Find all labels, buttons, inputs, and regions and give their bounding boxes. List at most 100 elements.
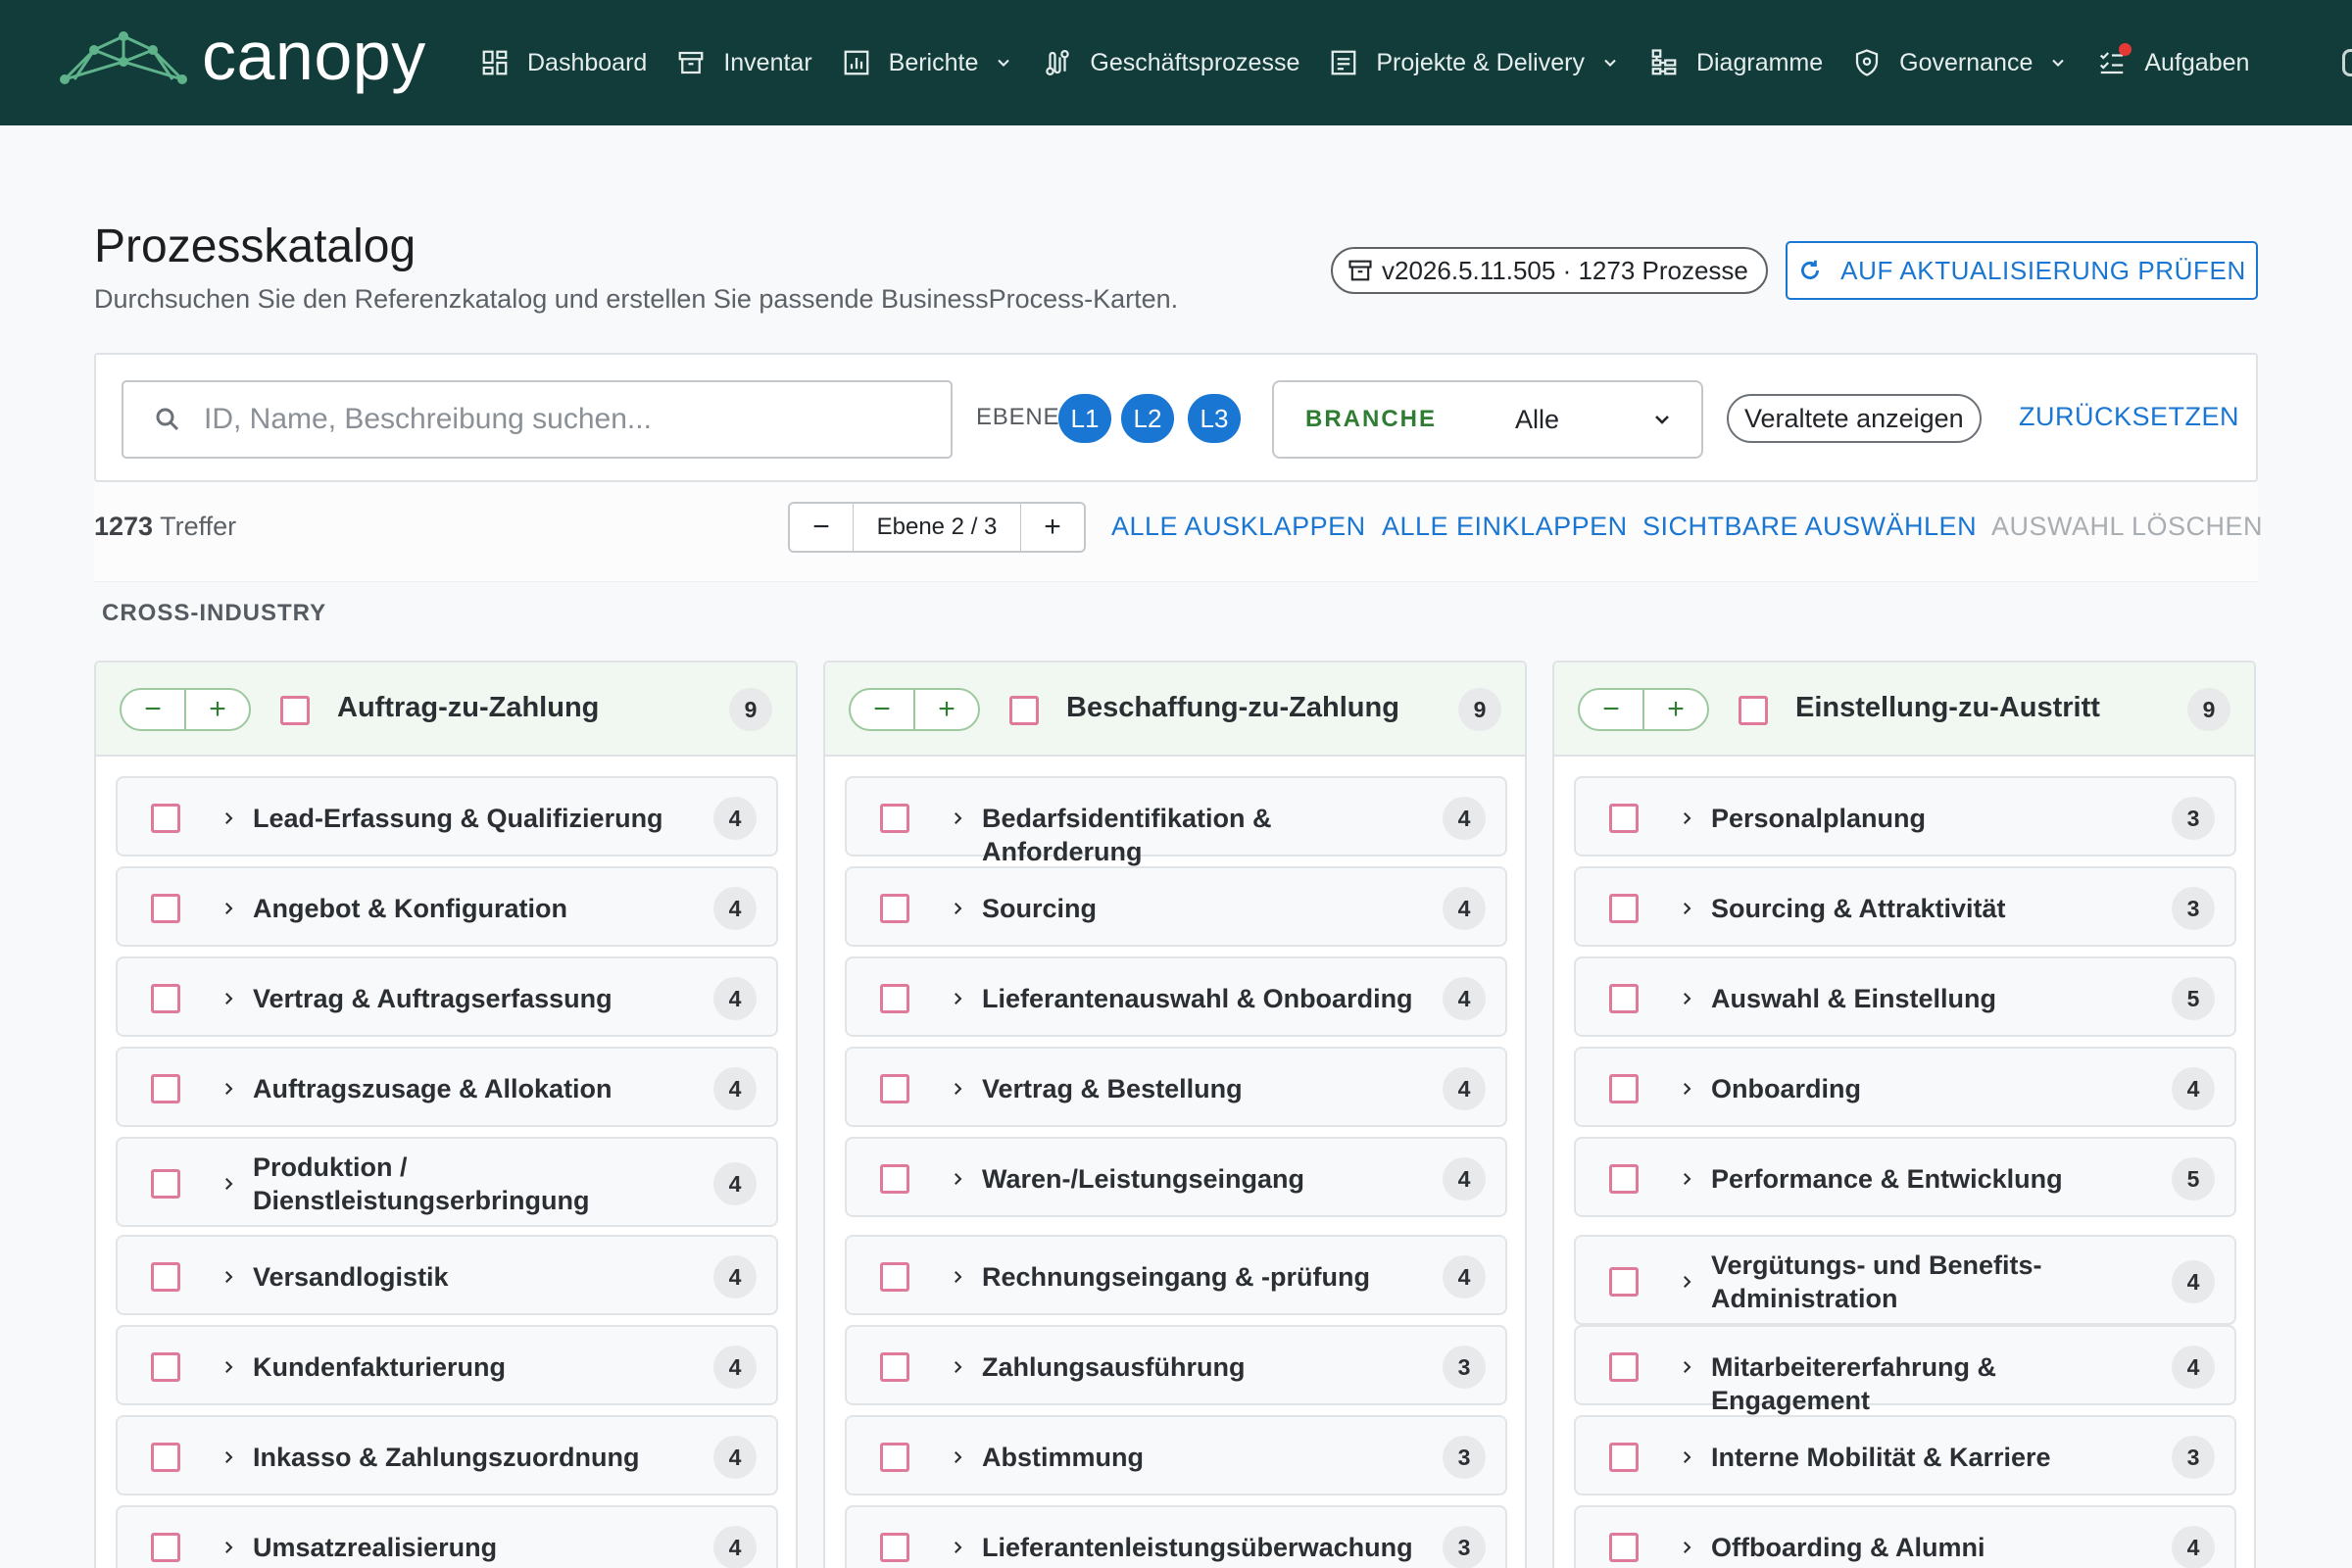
process-row[interactable]: Versandlogistik 4 xyxy=(116,1235,778,1315)
level-increase-button[interactable]: + xyxy=(1021,504,1084,551)
chevron-right-icon[interactable] xyxy=(949,900,966,917)
chevron-right-icon[interactable] xyxy=(220,1539,237,1556)
chevron-right-icon[interactable] xyxy=(220,900,237,917)
process-row[interactable]: Interne Mobilität & Karriere 3 xyxy=(1574,1415,2236,1495)
expand-column-button[interactable]: + xyxy=(915,690,978,729)
nav-item-dashboard[interactable]: Dashboard xyxy=(480,48,647,77)
nav-item-aufgaben[interactable]: Aufgaben xyxy=(2097,43,2249,77)
process-row[interactable]: Performance & Entwicklung 5 xyxy=(1574,1137,2236,1217)
nav-item-berichte[interactable]: Berichte xyxy=(842,48,1014,77)
chevron-right-icon[interactable] xyxy=(220,990,237,1007)
search-box[interactable] xyxy=(122,380,953,459)
chevron-right-icon[interactable] xyxy=(1678,1080,1695,1098)
expand-column-button[interactable]: + xyxy=(1644,690,1707,729)
process-row[interactable]: Waren-/Leistungseingang 4 xyxy=(845,1137,1507,1217)
chevron-right-icon[interactable] xyxy=(1678,990,1695,1007)
row-checkbox[interactable] xyxy=(1609,894,1639,923)
row-checkbox[interactable] xyxy=(880,1443,909,1472)
process-row[interactable]: Vertrag & Bestellung 4 xyxy=(845,1047,1507,1127)
chevron-right-icon[interactable] xyxy=(949,1170,966,1188)
level-decrease-button[interactable]: − xyxy=(790,504,853,551)
chevron-right-icon[interactable] xyxy=(949,809,966,827)
chevron-right-icon[interactable] xyxy=(1678,1273,1695,1291)
nav-item-diagramme[interactable]: Diagramme xyxy=(1649,48,1823,77)
row-checkbox[interactable] xyxy=(880,804,909,833)
show-outdated-chip[interactable]: Veraltete anzeigen xyxy=(1727,394,1982,443)
row-checkbox[interactable] xyxy=(880,1074,909,1103)
column-checkbox[interactable] xyxy=(1009,696,1039,725)
process-row[interactable]: Inkasso & Zahlungszuordnung 4 xyxy=(116,1415,778,1495)
level-chip-l2[interactable]: L2 xyxy=(1121,394,1174,443)
row-checkbox[interactable] xyxy=(1609,984,1639,1013)
process-row[interactable]: Auftragszusage & Allokation 4 xyxy=(116,1047,778,1127)
row-checkbox[interactable] xyxy=(880,1352,909,1382)
chevron-right-icon[interactable] xyxy=(949,1358,966,1376)
row-checkbox[interactable] xyxy=(1609,804,1639,833)
chevron-right-icon[interactable] xyxy=(949,1539,966,1556)
row-checkbox[interactable] xyxy=(151,1533,180,1562)
process-row[interactable]: Vergütungs- und Benefits-Administration 4 xyxy=(1574,1235,2236,1325)
expand-all-button[interactable]: ALLE AUSKLAPPEN xyxy=(1111,512,1366,542)
row-checkbox[interactable] xyxy=(151,984,180,1013)
row-checkbox[interactable] xyxy=(151,1352,180,1382)
collapse-all-button[interactable]: ALLE EINKLAPPEN xyxy=(1382,512,1628,542)
branche-select[interactable]: BRANCHE Alle xyxy=(1272,380,1703,459)
process-row[interactable]: Lieferantenleistungsüberwachung 3 xyxy=(845,1505,1507,1568)
process-row[interactable]: Angebot & Konfiguration 4 xyxy=(116,866,778,947)
chevron-right-icon[interactable] xyxy=(949,1268,966,1286)
row-checkbox[interactable] xyxy=(151,804,180,833)
process-row[interactable]: Kundenfakturierung 4 xyxy=(116,1325,778,1405)
row-checkbox[interactable] xyxy=(880,1262,909,1292)
process-row[interactable]: Lieferantenauswahl & Onboarding 4 xyxy=(845,956,1507,1037)
search-input[interactable] xyxy=(204,403,909,436)
nav-item-geschaeftsprozesse[interactable]: Geschäftsprozesse xyxy=(1043,48,1299,77)
level-chip-l3[interactable]: L3 xyxy=(1188,394,1241,443)
row-checkbox[interactable] xyxy=(880,1533,909,1562)
collapse-column-button[interactable]: − xyxy=(851,690,915,729)
nav-item-projekte-delivery[interactable]: Projekte & Delivery xyxy=(1329,48,1620,77)
row-checkbox[interactable] xyxy=(880,894,909,923)
chevron-right-icon[interactable] xyxy=(1678,1358,1695,1376)
nav-item-inventar[interactable]: Inventar xyxy=(676,48,812,77)
process-row[interactable]: Mitarbeitererfahrung & Engagement 4 xyxy=(1574,1325,2236,1415)
chevron-right-icon[interactable] xyxy=(1678,900,1695,917)
column-checkbox[interactable] xyxy=(280,696,310,725)
process-row[interactable]: Auswahl & Einstellung 5 xyxy=(1574,956,2236,1037)
collapse-column-button[interactable]: − xyxy=(1580,690,1644,729)
nav-overflow-edge[interactable] xyxy=(2342,49,2352,76)
row-checkbox[interactable] xyxy=(1609,1443,1639,1472)
process-row[interactable]: Sourcing & Attraktivität 3 xyxy=(1574,866,2236,947)
chevron-right-icon[interactable] xyxy=(220,1080,237,1098)
reset-button[interactable]: ZURÜCKSETZEN xyxy=(2019,402,2239,432)
level-chip-l1[interactable]: L1 xyxy=(1058,394,1111,443)
chevron-right-icon[interactable] xyxy=(1678,1539,1695,1556)
chevron-right-icon[interactable] xyxy=(949,990,966,1007)
row-checkbox[interactable] xyxy=(151,1169,180,1199)
process-row[interactable]: Sourcing 4 xyxy=(845,866,1507,947)
row-checkbox[interactable] xyxy=(151,1262,180,1292)
process-row[interactable]: Offboarding & Alumni 4 xyxy=(1574,1505,2236,1568)
row-checkbox[interactable] xyxy=(880,1164,909,1194)
row-checkbox[interactable] xyxy=(880,984,909,1013)
canopy-logo[interactable]: canopy xyxy=(59,22,426,90)
process-row[interactable]: Produktion / Dienstleistungserbringung 4 xyxy=(116,1137,778,1227)
chevron-right-icon[interactable] xyxy=(1678,809,1695,827)
chevron-right-icon[interactable] xyxy=(1678,1448,1695,1466)
row-checkbox[interactable] xyxy=(1609,1074,1639,1103)
chevron-right-icon[interactable] xyxy=(949,1448,966,1466)
row-checkbox[interactable] xyxy=(1609,1267,1639,1297)
check-update-button[interactable]: AUF AKTUALISIERUNG PRÜFEN xyxy=(1786,241,2258,300)
process-row[interactable]: Bedarfsidentifikation & Anforderung 4 xyxy=(845,776,1507,866)
row-checkbox[interactable] xyxy=(1609,1352,1639,1382)
chevron-right-icon[interactable] xyxy=(1678,1170,1695,1188)
row-checkbox[interactable] xyxy=(1609,1164,1639,1194)
chevron-right-icon[interactable] xyxy=(220,1268,237,1286)
row-checkbox[interactable] xyxy=(151,894,180,923)
chevron-right-icon[interactable] xyxy=(949,1080,966,1098)
process-row[interactable]: Lead-Erfassung & Qualifizierung 4 xyxy=(116,776,778,857)
process-row[interactable]: Vertrag & Auftragserfassung 4 xyxy=(116,956,778,1037)
select-visible-button[interactable]: SICHTBARE AUSWÄHLEN xyxy=(1642,512,1977,542)
row-checkbox[interactable] xyxy=(1609,1533,1639,1562)
chevron-right-icon[interactable] xyxy=(220,809,237,827)
process-row[interactable]: Umsatzrealisierung 4 xyxy=(116,1505,778,1568)
